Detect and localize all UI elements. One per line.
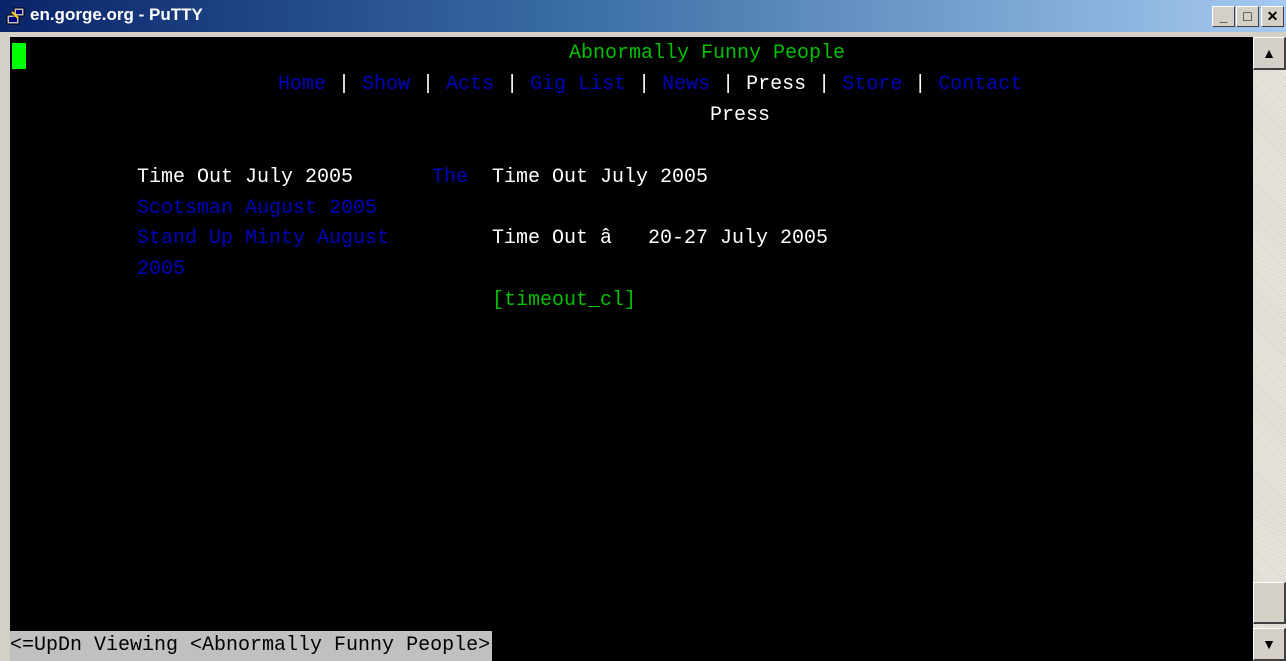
putty-icon <box>6 7 25 25</box>
site-title: Abnormally Funny People <box>569 42 846 65</box>
press-link-scotsman[interactable]: The <box>432 163 468 193</box>
press-link-standup-minty-cont[interactable]: 2005 <box>137 255 185 285</box>
nav-link-show[interactable]: Show <box>362 73 410 96</box>
nav-link-home[interactable]: Home <box>278 73 326 96</box>
article-subtitle: Time Out â 20-27 July 2005 <box>492 227 829 250</box>
scroll-down-button[interactable]: ▼ <box>1253 628 1286 661</box>
nav-separator: | <box>806 73 843 96</box>
nav-separator: | <box>710 73 747 96</box>
terminal-screen[interactable]: Abnormally Funny People Home | Show | Ac… <box>10 37 1253 661</box>
nav-current-press: Press <box>746 73 807 96</box>
nav-link-store[interactable]: Store <box>842 73 902 96</box>
text-cursor <box>12 43 26 69</box>
nav-link-acts[interactable]: Acts <box>446 73 494 96</box>
press-link-scotsman-cont[interactable]: Scotsman August 2005 <box>137 194 377 224</box>
nav-link-news[interactable]: News <box>662 73 710 96</box>
maximize-button[interactable]: □ <box>1236 6 1259 27</box>
nav-separator: | <box>326 73 363 96</box>
scroll-up-button[interactable]: ▲ <box>1253 37 1286 70</box>
article-title: Time Out July 2005 <box>492 166 709 189</box>
close-button[interactable]: ✕ <box>1261 6 1284 27</box>
nav-separator: | <box>494 73 531 96</box>
window-title: en.gorge.org - PuTTY <box>30 5 203 24</box>
nav-bar: Home | Show | Acts | Gig List | News | P… <box>278 70 1022 100</box>
nav-separator: | <box>902 73 939 96</box>
press-link-standup-minty[interactable]: Stand Up Minty August <box>137 224 389 254</box>
window-titlebar[interactable]: en.gorge.org - PuTTY _ □ ✕ <box>0 0 1286 32</box>
nav-separator: | <box>410 73 447 96</box>
minimize-button[interactable]: _ <box>1212 6 1235 27</box>
image-link[interactable]: [timeout_cl] <box>492 286 636 316</box>
status-bar: <=UpDn Viewing <Abnormally Funny People> <box>10 631 493 661</box>
page-heading: Press <box>710 104 771 127</box>
nav-link-contact[interactable]: Contact <box>938 73 1022 96</box>
nav-link-gig-list[interactable]: Gig List <box>530 73 626 96</box>
nav-separator: | <box>626 73 663 96</box>
scroll-thumb[interactable] <box>1253 582 1286 624</box>
vertical-scrollbar[interactable]: ▲ ▼ <box>1253 37 1286 661</box>
press-item-timeout: Time Out July 2005 <box>137 166 354 189</box>
